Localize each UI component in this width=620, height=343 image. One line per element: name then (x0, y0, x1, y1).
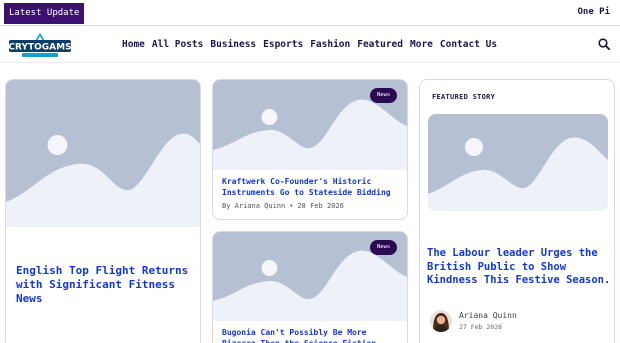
hero-image-placeholder (6, 80, 200, 227)
main-nav: Home All Posts Business Esports Fashion … (122, 39, 497, 50)
site-logo[interactable]: CRYTOGAMS (8, 32, 72, 59)
featured-image-placeholder (428, 114, 608, 211)
nav-home[interactable]: Home (122, 39, 145, 50)
top-bar: Latest Update One Pi (0, 0, 620, 26)
site-header: CRYTOGAMS Home All Posts Business Esport… (0, 27, 620, 63)
featured-story-card[interactable]: FEATURED STORY The Labour leader Urges t… (419, 79, 615, 343)
nav-all-posts[interactable]: All Posts (152, 39, 203, 50)
article-card[interactable]: News Kraftwerk Co-Founder's Historic Ins… (212, 79, 408, 220)
post-date: 28 Feb 2026 (297, 202, 344, 210)
article-card[interactable]: News Bugonia Can't Possibly Be More Biza… (212, 231, 408, 343)
latest-update-button[interactable]: Latest Update (4, 3, 85, 24)
logo-wordmark: CRYTOGAMS (8, 43, 71, 53)
nav-fashion[interactable]: Fashion (310, 39, 350, 50)
article-meta: By Ariana Quinn • 28 Feb 2026 (222, 202, 344, 210)
nav-esports[interactable]: Esports (263, 39, 303, 50)
nav-featured[interactable]: Featured (357, 39, 403, 50)
hero-card[interactable]: English Top Flight Returns with Signific… (5, 79, 201, 343)
article-title[interactable]: Bugonia Can't Possibly Be More Bizarre T… (222, 327, 404, 343)
nav-business[interactable]: Business (210, 39, 256, 50)
search-icon[interactable] (598, 38, 610, 50)
category-badge[interactable]: News (370, 240, 398, 255)
nav-contact-us[interactable]: Contact Us (440, 39, 497, 50)
featured-title[interactable]: The Labour leader Urges the British Publ… (427, 247, 613, 288)
news-ticker[interactable]: One Pi (577, 7, 610, 17)
featured-date: 27 Feb 2026 (459, 323, 503, 331)
featured-heading: FEATURED STORY (432, 93, 496, 101)
featured-author[interactable]: Ariana Quinn (459, 311, 517, 320)
author-name[interactable]: By Ariana Quinn (222, 202, 285, 210)
hero-title[interactable]: English Top Flight Returns with Signific… (16, 264, 196, 306)
nav-more[interactable]: More (410, 39, 433, 50)
meta-separator: • (289, 202, 294, 210)
author-avatar[interactable] (430, 310, 452, 332)
category-badge[interactable]: News (370, 88, 398, 103)
article-title[interactable]: Kraftwerk Co-Founder's Historic Instrume… (222, 176, 404, 198)
